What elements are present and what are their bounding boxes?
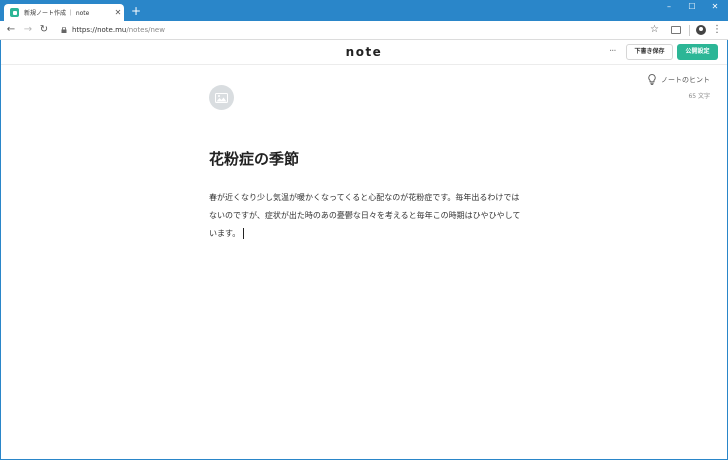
browser-menu-icon[interactable]: ⋮ [712, 24, 722, 36]
note-logo[interactable]: note [0, 45, 728, 59]
add-header-image-button[interactable] [209, 85, 234, 110]
image-icon [215, 92, 228, 103]
app-header: note ··· 下書き保存 公開設定 [0, 40, 728, 65]
browser-titlebar: 新規ノート作成 ｜ note ✕ + – ☐ ✕ [0, 0, 728, 21]
browser-toolbar: ← → ↻ https://note.mu/notes/new ☆ ⋮ [0, 21, 728, 40]
note-body-text: 春が近くなり少し気温が暖かくなってくると心配なのが花粉症です。毎年出るわけではな… [209, 193, 521, 238]
maximize-button[interactable]: ☐ [682, 2, 702, 12]
close-window-button[interactable]: ✕ [705, 2, 725, 12]
extension-icon[interactable] [671, 26, 681, 34]
back-button[interactable]: ← [5, 24, 17, 36]
window-border-left [0, 40, 1, 460]
save-draft-button[interactable]: 下書き保存 [626, 44, 673, 60]
character-count: 65 文字 [688, 93, 710, 100]
lock-icon [61, 27, 67, 33]
forward-button[interactable]: → [22, 24, 34, 36]
more-options-icon[interactable]: ··· [609, 46, 616, 58]
note-hint-link[interactable]: ノートのヒント [648, 74, 710, 85]
tab-close-icon[interactable]: ✕ [112, 8, 124, 17]
tab-title: 新規ノート作成 ｜ note [24, 10, 90, 17]
note-body-editor[interactable]: 春が近くなり少し気温が暖かくなってくると心配なのが花粉症です。毎年出るわけではな… [209, 189, 521, 243]
note-title[interactable]: 花粉症の季節 [209, 149, 299, 169]
browser-tab[interactable]: 新規ノート作成 ｜ note ✕ [4, 4, 124, 21]
url-host: https://note.mu [72, 26, 127, 34]
address-bar[interactable]: https://note.mu/notes/new [72, 25, 165, 35]
minimize-button[interactable]: – [659, 2, 679, 12]
account-icon[interactable] [696, 25, 706, 35]
reload-button[interactable]: ↻ [38, 24, 50, 36]
url-path: /notes/new [126, 26, 165, 34]
note-hint-label: ノートのヒント [661, 75, 710, 84]
star-icon[interactable]: ☆ [650, 24, 659, 36]
lightbulb-icon [648, 74, 656, 85]
publish-settings-button[interactable]: 公開設定 [677, 44, 718, 60]
new-tab-button[interactable]: + [130, 5, 142, 17]
text-caret [243, 228, 245, 239]
toolbar-separator [689, 25, 690, 36]
note-favicon-icon [10, 8, 19, 17]
